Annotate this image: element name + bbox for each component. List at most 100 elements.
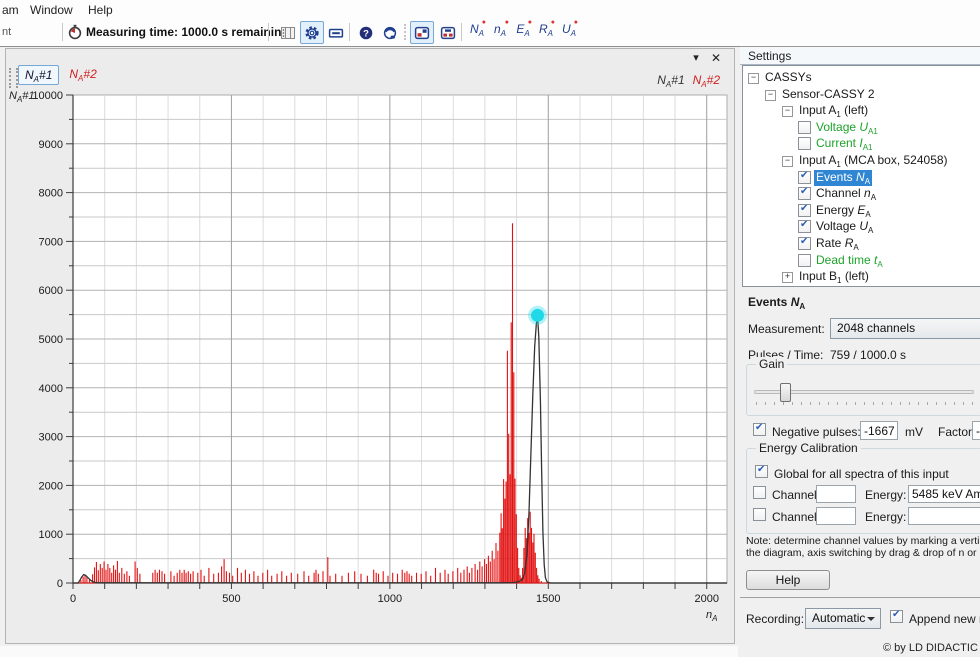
- channel2-checkbox[interactable]: [753, 508, 766, 521]
- toolbar-separator: [349, 23, 350, 41]
- toolbar-separator: [461, 23, 462, 41]
- cassy-device-icon[interactable]: [436, 21, 460, 44]
- new-value-dot-icon: ●: [482, 19, 486, 26]
- svg-text:1000: 1000: [39, 529, 63, 541]
- svg-text:2000: 2000: [39, 480, 63, 492]
- measurement-label: Measurement:: [748, 322, 825, 336]
- measurement-combobox[interactable]: 2048 channels: [830, 318, 980, 339]
- svg-text:9000: 9000: [39, 139, 63, 151]
- gain-slider-thumb[interactable]: [780, 383, 791, 402]
- settings-tree: −CASSYs−Sensor-CASSY 2−Input A1 (left)Vo…: [742, 65, 980, 287]
- measuring-time-text: Measuring time: 1000.0 s remaining: [86, 25, 289, 39]
- menu-item-diagram-partial[interactable]: am: [2, 3, 19, 17]
- gain-label: Gain: [756, 357, 787, 371]
- new-value-dot-icon: ●: [505, 19, 509, 26]
- settings-header: Settings: [740, 46, 980, 65]
- x-axis-unit: nA: [706, 609, 717, 623]
- factor-input[interactable]: [972, 421, 980, 440]
- negative-pulses-label: Negative pulses:: [772, 425, 861, 439]
- drag-handle[interactable]: [9, 68, 18, 88]
- cassy-connect-icon[interactable]: [410, 21, 434, 44]
- svg-text:2000: 2000: [694, 593, 718, 605]
- append-checkbox[interactable]: [890, 610, 903, 623]
- expand-icon[interactable]: +: [782, 272, 793, 283]
- close-icon[interactable]: ✕: [708, 51, 724, 65]
- new-value-dot-icon: ●: [551, 19, 555, 26]
- tab-NA#1[interactable]: NA#1: [18, 65, 59, 85]
- quantity-button-EA[interactable]: EA●: [512, 22, 534, 41]
- global-spectra-label: Global for all spectra of this input: [774, 467, 949, 481]
- spectrum-chart-panel: 0100020003000400050006000700080009000100…: [5, 48, 735, 644]
- tree-checkbox[interactable]: [798, 220, 811, 233]
- cassy-lab-window: { "menu": {"items": ["am", "Window", "He…: [0, 0, 980, 657]
- energy1-input[interactable]: [908, 485, 980, 503]
- negative-pulses-checkbox[interactable]: [753, 423, 766, 436]
- channel1-label: Channel:: [772, 488, 820, 502]
- svg-text:?: ?: [363, 28, 369, 39]
- toolbar-partial-text: nt: [2, 26, 11, 38]
- svg-text:0: 0: [57, 578, 63, 590]
- new-value-dot-icon: ●: [574, 19, 578, 26]
- chevron-down-icon: [867, 617, 875, 621]
- quantity-button-NA[interactable]: NA●: [466, 22, 488, 41]
- headset-icon[interactable]: [378, 21, 402, 44]
- y-axis-title: NA#1: [9, 90, 35, 104]
- quantity-button-RA[interactable]: RA●: [535, 22, 557, 41]
- recording-combobox[interactable]: Automatic: [805, 608, 881, 629]
- note-text-line1: Note: determine channel values by markin…: [746, 535, 980, 547]
- peak-marker[interactable]: [531, 309, 544, 322]
- collapse-icon[interactable]: −: [748, 73, 759, 84]
- svg-text:10000: 10000: [32, 90, 63, 102]
- factor-label: Factor:: [938, 425, 975, 439]
- menu-item-help[interactable]: Help: [88, 3, 113, 17]
- energy2-input[interactable]: [908, 507, 980, 525]
- tab-bar: NA#1NA#2: [18, 65, 103, 85]
- collapse-icon[interactable]: −: [782, 156, 793, 167]
- menu-bar: am Window Help: [0, 0, 980, 20]
- help-icon[interactable]: ?: [354, 21, 378, 44]
- tree-checkbox[interactable]: [798, 171, 811, 184]
- display-icon[interactable]: [324, 21, 348, 44]
- negative-pulses-unit: mV: [905, 425, 923, 439]
- negative-pulses-input[interactable]: [860, 421, 898, 440]
- toolbar: nt Measuring time: 1000.0 s remaining: [0, 20, 980, 47]
- layout-icon[interactable]: [276, 21, 300, 44]
- svg-text:1500: 1500: [536, 593, 560, 605]
- svg-text:4000: 4000: [39, 383, 63, 395]
- new-value-dot-icon: ●: [528, 19, 532, 26]
- svg-text:3000: 3000: [39, 432, 63, 444]
- tree-checkbox[interactable]: [798, 187, 811, 200]
- recording-label: Recording:: [746, 612, 804, 626]
- help-button[interactable]: Help: [746, 570, 830, 590]
- toolbar-separator: [268, 23, 269, 41]
- svg-text:500: 500: [222, 593, 240, 605]
- collapse-icon[interactable]: −: [782, 106, 793, 117]
- tree-checkbox[interactable]: [798, 204, 811, 217]
- global-spectra-checkbox[interactable]: [755, 465, 768, 478]
- tree-checkbox[interactable]: [798, 137, 811, 150]
- svg-text:1000: 1000: [378, 593, 402, 605]
- tree-checkbox[interactable]: [798, 237, 811, 250]
- menu-item-window[interactable]: Window: [30, 3, 73, 17]
- panel-collapse-icon[interactable]: ▾: [688, 51, 704, 65]
- spectrum-chart[interactable]: 0100020003000400050006000700080009000100…: [6, 49, 734, 643]
- gain-slider-ticks: [756, 402, 974, 405]
- tab-NA#2[interactable]: NA#2: [63, 65, 102, 85]
- append-label: Append new mea: [909, 612, 980, 626]
- quantity-button-UA[interactable]: UA●: [558, 22, 580, 41]
- note-text-line2: the diagram, axis switching by drag & dr…: [746, 547, 980, 559]
- section-divider: [740, 597, 980, 598]
- tree-checkbox[interactable]: [798, 121, 811, 134]
- toolbar-separator: [62, 23, 63, 41]
- quantity-button-nA[interactable]: nA●: [489, 22, 511, 41]
- channel2-input[interactable]: [816, 507, 856, 525]
- energy-calibration-label: Energy Calibration: [756, 441, 861, 455]
- svg-text:0: 0: [70, 593, 76, 605]
- collapse-icon[interactable]: −: [765, 90, 776, 101]
- energy1-label: Energy:: [865, 488, 906, 502]
- tree-checkbox[interactable]: [798, 254, 811, 267]
- pulses-time-value: 759 / 1000.0 s: [830, 348, 906, 362]
- channel1-input[interactable]: [816, 485, 856, 503]
- gear-icon[interactable]: [300, 21, 324, 44]
- channel1-checkbox[interactable]: [753, 486, 766, 499]
